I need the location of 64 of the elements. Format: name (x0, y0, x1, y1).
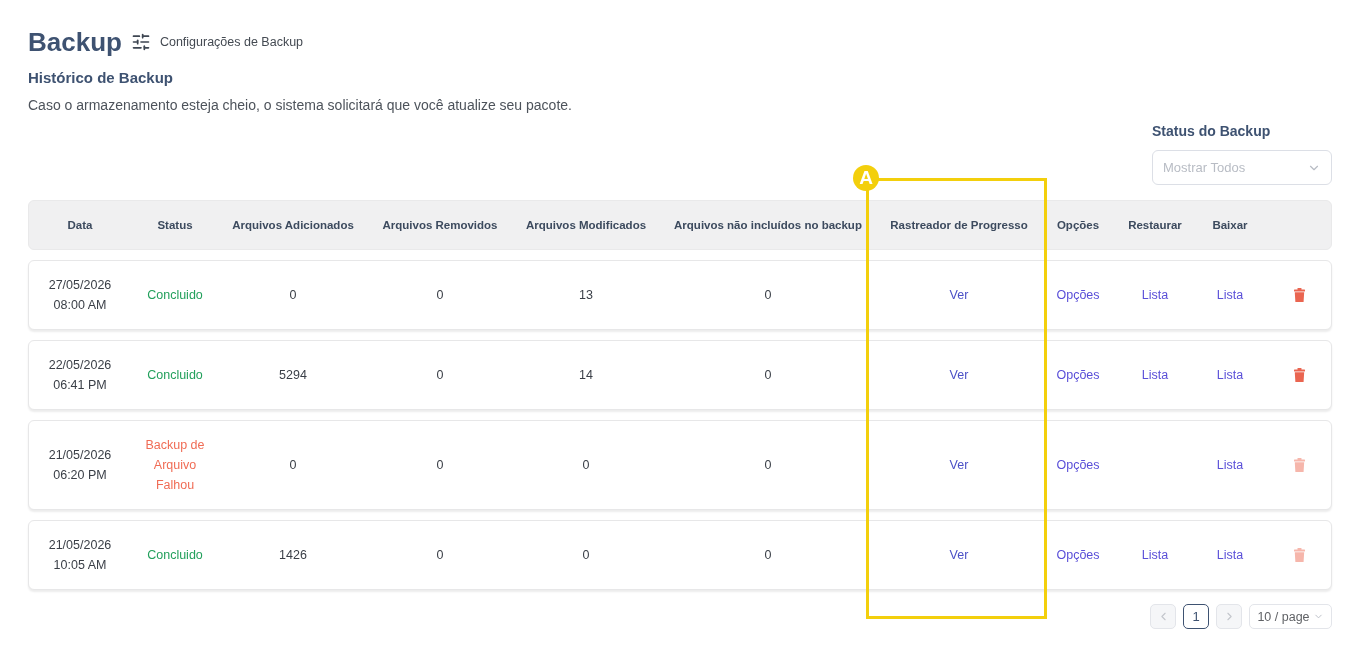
column-header: Rastreador de Progresso (890, 219, 1028, 231)
column-header: Arquivos Adicionados (232, 219, 354, 231)
backup-date: 21/05/2026 06:20 PM (47, 447, 113, 484)
view-link[interactable]: Ver (949, 545, 969, 565)
excluded-count: 0 (764, 367, 772, 384)
removed-count: 0 (436, 287, 444, 304)
modified-count: 13 (579, 287, 593, 304)
added-count: 0 (289, 457, 297, 474)
restore-link[interactable]: Lista (1141, 545, 1169, 565)
backup-date: 22/05/2026 06:41 PM (47, 357, 113, 394)
removed-count: 0 (436, 547, 444, 564)
trash-icon (1293, 288, 1305, 302)
section-heading: Histórico de Backup (28, 68, 175, 88)
view-link[interactable]: Ver (949, 455, 969, 475)
status-text: Concluido (147, 547, 203, 564)
modified-count: 14 (579, 367, 593, 384)
status-text: Concluido (147, 287, 203, 304)
column-header: Restaurar (1128, 219, 1182, 231)
column-header: Baixar (1212, 219, 1248, 231)
download-link[interactable]: Lista (1216, 545, 1244, 565)
download-link[interactable]: Lista (1216, 455, 1244, 475)
page-title: Backup (28, 27, 122, 57)
download-link[interactable]: Lista (1216, 365, 1244, 385)
modified-count: 0 (582, 547, 590, 564)
filter-label: Status do Backup (1152, 122, 1272, 141)
view-link[interactable]: Ver (949, 285, 969, 305)
removed-count: 0 (436, 457, 444, 474)
page-size-select[interactable]: 10 / page (1249, 604, 1332, 629)
trash-icon (1293, 548, 1305, 562)
column-header: Arquivos não incluídos no backup (674, 219, 862, 231)
trash-icon (1293, 368, 1305, 382)
view-link[interactable]: Ver (949, 365, 969, 385)
settings-icon (130, 32, 151, 52)
description-text: Caso o armazenamento esteja cheio, o sistema solicitará que você atualize seu pacote. (28, 96, 573, 115)
excluded-count: 0 (764, 287, 772, 304)
delete-button[interactable] (1293, 288, 1305, 302)
column-header: Data (67, 219, 93, 231)
modified-count: 0 (582, 457, 590, 474)
download-link[interactable]: Lista (1216, 285, 1244, 305)
column-header: Arquivos Removidos (382, 219, 498, 231)
excluded-count: 0 (764, 457, 772, 474)
delete-button[interactable] (1293, 368, 1305, 382)
status-text: Concluido (147, 367, 203, 384)
status-text: Backup de Arquivo Falhou (144, 437, 206, 494)
options-link[interactable]: Opções (1056, 365, 1100, 385)
excluded-count: 0 (764, 547, 772, 564)
page-button[interactable]: 1 (1183, 604, 1209, 629)
backup-date: 21/05/2026 10:05 AM (47, 537, 113, 574)
added-count: 5294 (279, 367, 307, 384)
backup-date: 27/05/2026 08:00 AM (47, 277, 113, 314)
restore-link[interactable]: Lista (1141, 285, 1169, 305)
options-link[interactable]: Opções (1056, 455, 1100, 475)
restore-link[interactable]: Lista (1141, 365, 1169, 385)
column-header: Arquivos Modificados (525, 219, 647, 231)
settings-link[interactable]: Configurações de Backup (130, 32, 304, 52)
column-header: Status (157, 219, 193, 231)
added-count: 0 (289, 287, 297, 304)
column-header: Opções (1056, 219, 1100, 231)
removed-count: 0 (436, 367, 444, 384)
added-count: 1426 (279, 547, 307, 564)
options-link[interactable]: Opções (1056, 545, 1100, 565)
annotation-marker: A (853, 165, 879, 191)
options-link[interactable]: Opções (1056, 285, 1100, 305)
trash-icon (1293, 458, 1305, 472)
